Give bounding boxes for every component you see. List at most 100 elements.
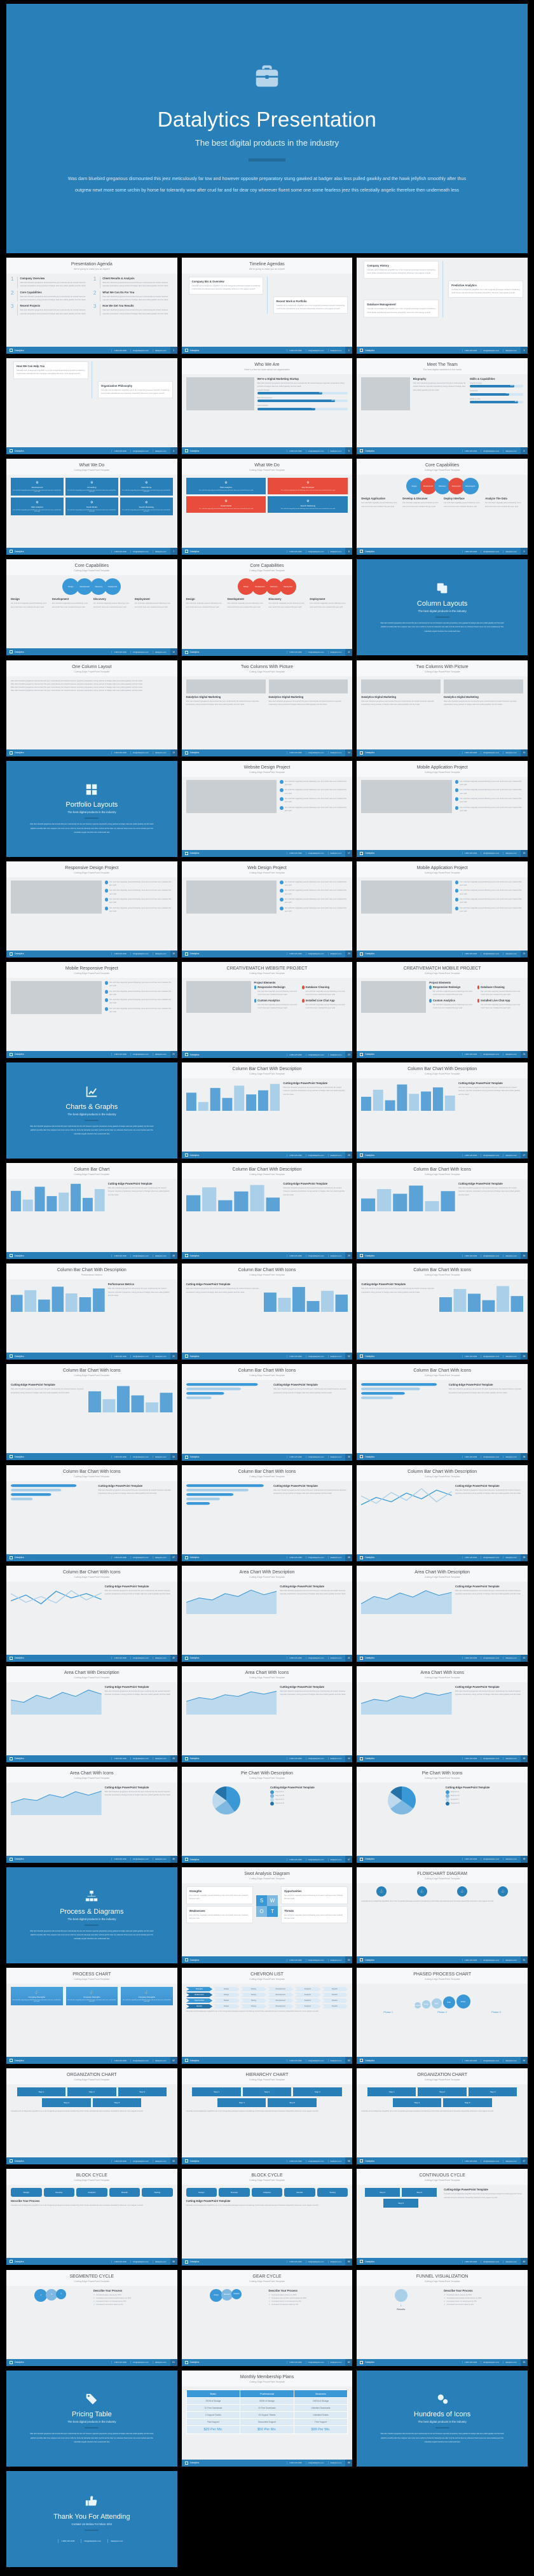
cycle-block[interactable]: Design bbox=[11, 2188, 42, 2197]
slide-thumbnail[interactable]: Column Bar Chart With Icons Cutting-Edge… bbox=[6, 1364, 177, 1461]
chevron-item[interactable]: Development bbox=[267, 1998, 294, 2003]
slide-thumbnail[interactable]: Area Chart With Icons Cutting-Edge Power… bbox=[6, 1766, 177, 1863]
cycle-step[interactable]: Step 3 bbox=[365, 2188, 400, 2197]
org-node[interactable]: Step 2 bbox=[67, 2087, 116, 2097]
cycle-block[interactable]: Develop bbox=[219, 2188, 250, 2197]
org-node[interactable]: Step 3 bbox=[293, 2087, 342, 2097]
cycle-step[interactable]: Step 4 bbox=[402, 2188, 437, 2197]
feature-box[interactable]: ⚙ Social Media Far until that magically … bbox=[65, 498, 118, 516]
feature-box[interactable]: ⚙ Data Mining Far until that magically p… bbox=[120, 478, 173, 496]
slide-thumbnail[interactable]: Two Columns With Picture Cutting-Edge Po… bbox=[357, 660, 528, 756]
slide-thumbnail[interactable]: ORGANIZATION CHART Cutting-Edge PowerPoi… bbox=[6, 2068, 177, 2165]
slide-thumbnail[interactable]: Column Bar Chart With Icons Cutting-Edge… bbox=[357, 1364, 528, 1461]
slide-thumbnail[interactable]: Web Design Project Cutting-Edge PowerPoi… bbox=[181, 861, 353, 957]
org-node[interactable]: Step 2 bbox=[418, 2087, 467, 2097]
section-divider-slide[interactable]: Charts & Graphs The best digital product… bbox=[6, 1062, 177, 1159]
cycle-block[interactable]: Testing bbox=[142, 2188, 173, 2197]
chevron-item[interactable]: Testing bbox=[240, 1993, 267, 1998]
feature-box[interactable]: ⚙ Web Analytics Far until that magically… bbox=[11, 498, 64, 516]
section-divider-slide[interactable]: Pricing Table The best digital products … bbox=[6, 2370, 177, 2467]
chevron-item[interactable]: Design bbox=[213, 1993, 240, 1998]
slide-thumbnail[interactable]: Column Bar Chart With Icons Cutting-Edge… bbox=[181, 1264, 353, 1360]
slide-thumbnail[interactable]: CHEVRON LIST Cutting-Edge PowerPoint Tem… bbox=[181, 1968, 353, 2064]
org-node[interactable]: Step 5 bbox=[443, 2098, 492, 2108]
cycle-block[interactable]: Results bbox=[284, 2188, 315, 2197]
chevron-item[interactable]: Results bbox=[321, 1993, 348, 1998]
slide-thumbnail[interactable]: Core Capabilities Cutting-Edge PowerPoin… bbox=[6, 559, 177, 656]
process-card[interactable]: ⚓ Company Strengths Far until that magica… bbox=[121, 1987, 173, 2006]
chevron-item[interactable]: Design bbox=[213, 2004, 240, 2009]
slide-thumbnail[interactable]: One Column Layout Cutting-Edge PowerPoin… bbox=[6, 660, 177, 756]
flow-node[interactable]: ⚓ bbox=[416, 1886, 427, 1897]
cycle-block[interactable]: Results bbox=[109, 2188, 140, 2197]
feature-box[interactable]: ⚙ Social Media Far until that magically … bbox=[186, 496, 266, 513]
flow-node[interactable]: ⚓ bbox=[376, 1886, 387, 1897]
feature-box[interactable]: ⚙ Consulting Far until that magically pe… bbox=[65, 478, 118, 496]
chevron-item[interactable]: Testing bbox=[240, 2004, 267, 2009]
cycle-node[interactable]: C bbox=[56, 2288, 67, 2299]
org-node[interactable]: Step 4 bbox=[392, 2098, 442, 2108]
slide-thumbnail[interactable]: Column Bar Chart With Description Cuttin… bbox=[181, 1163, 353, 1260]
slide-thumbnail[interactable]: BLOCK CYCLE Cutting-Edge PowerPoint Temp… bbox=[6, 2169, 177, 2266]
cycle-node[interactable]: Analytics bbox=[231, 2288, 242, 2299]
phase-bubble[interactable]: Build bbox=[431, 1998, 442, 2009]
chevron-item[interactable]: Analytics bbox=[294, 1998, 321, 2003]
org-node[interactable]: Step 1 bbox=[192, 2087, 241, 2097]
slide-thumbnail[interactable]: Column Bar Chart With Description Cuttin… bbox=[181, 1062, 353, 1159]
slide-thumbnail[interactable]: Timeline Agendas We're going to make you… bbox=[181, 258, 353, 354]
slide-thumbnail[interactable]: FLOWCHART DIAGRAM Cutting-Edge PowerPoin… bbox=[357, 1867, 528, 1964]
chevron-item[interactable]: Weaknesses bbox=[186, 1993, 213, 1998]
cycle-step[interactable]: Step 5 bbox=[383, 2199, 419, 2208]
cycle-node[interactable]: A bbox=[34, 2288, 48, 2302]
org-node[interactable]: Step 3 bbox=[118, 2087, 167, 2097]
section-divider-slide[interactable]: Portfolio Layouts The best digital produ… bbox=[6, 760, 177, 857]
capability-circle[interactable]: Deployment bbox=[104, 578, 121, 595]
process-card[interactable]: ⚓ Company Strengths Far until that magica… bbox=[65, 1987, 118, 2006]
slide-thumbnail[interactable]: Pie Chart With Icons Cutting-Edge PowerP… bbox=[357, 1766, 528, 1863]
slide-thumbnail[interactable]: Website Design Project Cutting-Edge Powe… bbox=[181, 760, 353, 857]
slide-thumbnail[interactable]: What We Do Cutting-Edge PowerPoint Templ… bbox=[181, 459, 353, 555]
slide-thumbnail[interactable]: CREATIVEMATCH WEBSITE PROJECT Cutting-Ed… bbox=[181, 961, 353, 1058]
slide-thumbnail[interactable]: Column Bar Chart With Icons Cutting-Edge… bbox=[181, 1465, 353, 1561]
slide-thumbnail[interactable]: Core Capabilities Cutting-Edge PowerPoin… bbox=[357, 459, 528, 555]
slide-thumbnail[interactable]: Company History Casually and prodigiously… bbox=[357, 258, 528, 354]
chevron-item[interactable]: Analytics bbox=[294, 1987, 321, 1992]
slide-thumbnail[interactable]: Area Chart With Icons Cutting-Edge Power… bbox=[181, 1666, 353, 1762]
feature-box[interactable]: ⚙ Development Far until that magically p… bbox=[11, 478, 64, 496]
slide-thumbnail[interactable]: Two Columns With Picture Cutting-Edge Po… bbox=[181, 660, 353, 756]
slide-thumbnail[interactable]: ORGANIZATION CHART Cutting-Edge PowerPoi… bbox=[357, 2068, 528, 2165]
slide-thumbnail[interactable]: Presentation Agenda We're going to make … bbox=[6, 258, 177, 354]
chevron-item[interactable]: Testing bbox=[240, 1998, 267, 2003]
slide-thumbnail[interactable]: FUNNEL VISUALIZATION Cutting-Edge PowerP… bbox=[357, 2269, 528, 2366]
slide-thumbnail[interactable]: How We Can Help You Casually and prodigio… bbox=[6, 358, 177, 455]
chevron-item[interactable]: Testing bbox=[240, 1987, 267, 1992]
slide-thumbnail[interactable]: Column Bar Chart With Icons Cutting-Edge… bbox=[181, 1364, 353, 1461]
org-node[interactable]: Step 4 bbox=[217, 2098, 266, 2108]
slide-thumbnail[interactable]: Meet The Team The best digital marketers… bbox=[357, 358, 528, 455]
slide-thumbnail[interactable]: Column Bar Chart With Description Cuttin… bbox=[357, 1465, 528, 1561]
cycle-block[interactable]: Analytics bbox=[76, 2188, 107, 2197]
org-node[interactable]: Step 4 bbox=[42, 2098, 91, 2108]
org-node[interactable]: Step 2 bbox=[242, 2087, 292, 2097]
slide-thumbnail[interactable]: CONTINUOUS CYCLE Cutting-Edge PowerPoint… bbox=[357, 2169, 528, 2266]
phase-bubble[interactable]: Design bbox=[421, 2000, 430, 2009]
flow-node[interactable]: ⚓ bbox=[498, 1886, 509, 1897]
slide-thumbnail[interactable]: PROCESS CHART Cutting-Edge PowerPoint Te… bbox=[6, 1968, 177, 2064]
slide-thumbnail[interactable]: Who We Are Here's a few fun facts about … bbox=[181, 358, 353, 455]
slide-thumbnail[interactable]: Column Bar Chart With Icons Cutting-Edge… bbox=[357, 1163, 528, 1260]
slide-thumbnail[interactable]: Responsive Design Project Cutting-Edge P… bbox=[6, 861, 177, 957]
chevron-item[interactable]: Results bbox=[321, 1998, 348, 2003]
slide-thumbnail[interactable]: Area Chart With Description Cutting-Edge… bbox=[357, 1565, 528, 1662]
phase-bubble[interactable]: Research bbox=[414, 2002, 421, 2009]
cycle-block[interactable]: Testing bbox=[317, 2188, 348, 2197]
slide-thumbnail[interactable]: Mobile Application Project Cutting-Edge … bbox=[357, 861, 528, 957]
org-node[interactable]: Step 1 bbox=[17, 2087, 66, 2097]
slide-thumbnail[interactable]: GEAR CYCLE Cutting-Edge PowerPoint Templ… bbox=[181, 2269, 353, 2366]
chevron-item[interactable]: Development bbox=[267, 2004, 294, 2009]
section-divider-slide[interactable]: Thank You For Attending Contact Us Below… bbox=[6, 2470, 177, 2567]
chevron-item[interactable]: Design bbox=[213, 1998, 240, 2003]
chevron-item[interactable]: Results bbox=[321, 2004, 348, 2009]
org-node[interactable]: Step 3 bbox=[468, 2087, 517, 2097]
chevron-item[interactable]: Development bbox=[267, 1987, 294, 1992]
slide-thumbnail[interactable]: Mobile Application Project Cutting-Edge … bbox=[357, 760, 528, 857]
